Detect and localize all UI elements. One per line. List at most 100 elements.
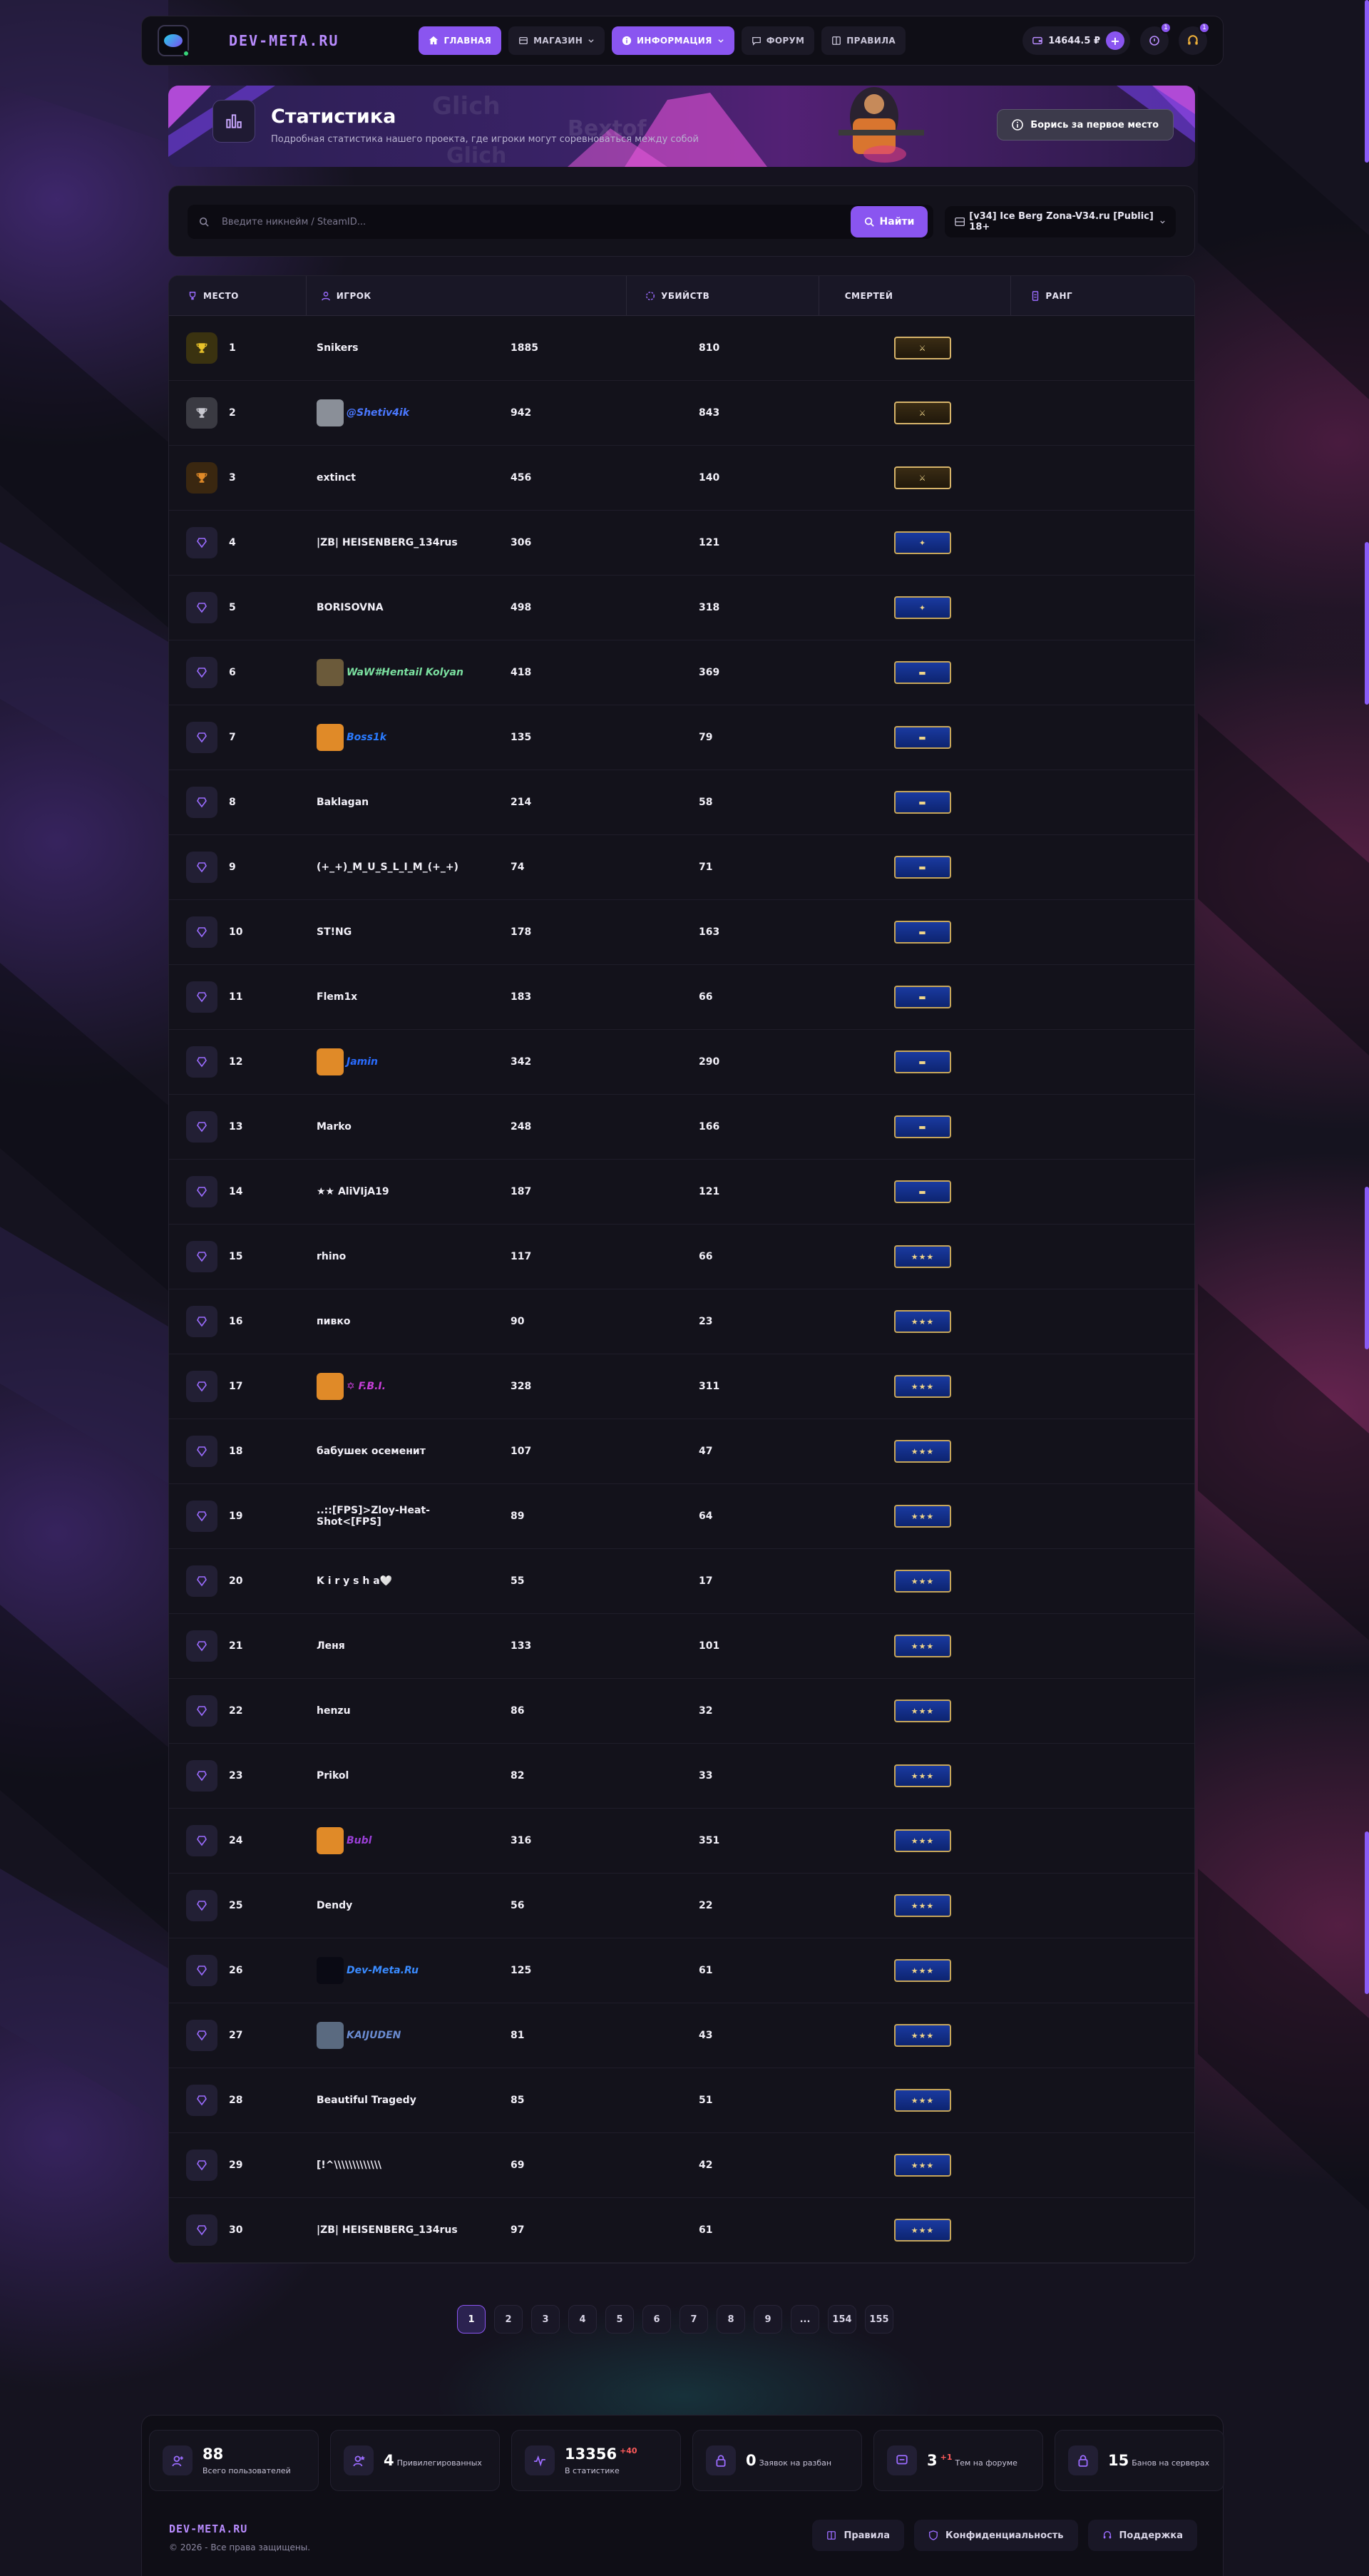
player-cell[interactable]: rhino bbox=[171, 1225, 492, 1289]
player-name[interactable]: [!^\\\\\\\\\\\\\ bbox=[317, 2160, 381, 2171]
player-cell[interactable]: @Shetiv4ik bbox=[171, 381, 492, 445]
player-name[interactable]: henzu bbox=[317, 1705, 351, 1717]
table-row[interactable]: 18 бабушек осеменит 107 47 ★★★ bbox=[169, 1419, 1194, 1484]
search-input[interactable]: Введите никнейм / SteamID... bbox=[188, 205, 933, 239]
player-name[interactable]: Bubl bbox=[347, 1835, 371, 1846]
player-name[interactable]: ✡ F.B.I. bbox=[347, 1381, 386, 1392]
table-row[interactable]: 27 KAIJUDEN 81 43 ★★★ bbox=[169, 2003, 1194, 2068]
table-row[interactable]: 11 Flem1x 183 66 ▬ bbox=[169, 965, 1194, 1030]
player-name[interactable]: KAIJUDEN bbox=[347, 2030, 401, 2041]
nav-shop[interactable]: МАГАЗИН bbox=[508, 26, 605, 55]
player-cell[interactable]: extinct bbox=[171, 446, 492, 510]
player-name[interactable]: |ZB| HEISENBERG_134rus bbox=[317, 2224, 458, 2236]
player-avatar[interactable] bbox=[317, 1827, 344, 1854]
player-cell[interactable]: Dendy bbox=[171, 1874, 492, 1938]
table-row[interactable]: 25 Dendy 56 22 ★★★ bbox=[169, 1874, 1194, 1938]
table-row[interactable]: 17 ✡ F.B.I. 328 311 ★★★ bbox=[169, 1354, 1194, 1419]
player-avatar[interactable] bbox=[317, 399, 344, 426]
player-cell[interactable]: Jamin bbox=[171, 1030, 492, 1094]
nav-home[interactable]: ГЛАВНАЯ bbox=[419, 26, 502, 55]
player-name[interactable]: Dev-Meta.Ru bbox=[347, 1965, 419, 1976]
player-cell[interactable]: пивко bbox=[171, 1289, 492, 1354]
site-logo[interactable] bbox=[158, 25, 190, 57]
table-row[interactable]: 21 Леня 133 101 ★★★ bbox=[169, 1614, 1194, 1679]
table-row[interactable]: 4 |ZB| HEISENBERG_134rus 306 121 ✦ bbox=[169, 511, 1194, 576]
nav-forum[interactable]: ФОРУМ bbox=[741, 26, 815, 55]
table-row[interactable]: 13 Marko 248 166 ▬ bbox=[169, 1095, 1194, 1160]
col-player[interactable]: ИГРОК bbox=[307, 276, 627, 315]
nav-info[interactable]: ИНФОРМАЦИЯ bbox=[612, 26, 734, 55]
player-cell[interactable]: |ZB| HEISENBERG_134rus bbox=[171, 511, 492, 575]
player-name[interactable]: (+_+)_M_U_S_L_I_M_(+_+) bbox=[317, 862, 458, 873]
player-name[interactable]: @Shetiv4ik bbox=[347, 407, 409, 419]
player-name[interactable]: Леня bbox=[317, 1640, 345, 1652]
player-avatar[interactable] bbox=[317, 1957, 344, 1984]
player-cell[interactable]: Flem1x bbox=[171, 965, 492, 1029]
pagination-page[interactable]: 6 bbox=[642, 2305, 671, 2334]
player-cell[interactable]: ★★ AliVIjA19 bbox=[171, 1160, 492, 1224]
pagination-page[interactable]: 155 bbox=[865, 2305, 893, 2334]
pagination-page[interactable]: 8 bbox=[717, 2305, 745, 2334]
table-row[interactable]: 6 WaW#Hentail Kolyan 418 369 ▬ bbox=[169, 640, 1194, 705]
player-cell[interactable]: BORISOVNA bbox=[171, 576, 492, 640]
player-name[interactable]: Marko bbox=[317, 1121, 352, 1133]
player-cell[interactable]: Boss1k bbox=[171, 705, 492, 770]
table-row[interactable]: 7 Boss1k 135 79 ▬ bbox=[169, 705, 1194, 770]
table-row[interactable]: 8 Baklagan 214 58 ▬ bbox=[169, 770, 1194, 835]
player-avatar[interactable] bbox=[317, 1373, 344, 1400]
table-row[interactable]: 20 K i r y s h a🤍 55 17 ★★★ bbox=[169, 1549, 1194, 1614]
player-cell[interactable]: ST!NG bbox=[171, 900, 492, 964]
pagination-page[interactable]: 4 bbox=[568, 2305, 597, 2334]
table-row[interactable]: 16 пивко 90 23 ★★★ bbox=[169, 1289, 1194, 1354]
player-name[interactable]: Dendy bbox=[317, 1900, 352, 1911]
footer-brand[interactable]: DEV-META.RU bbox=[169, 2523, 247, 2535]
table-row[interactable]: 5 BORISOVNA 498 318 ✦ bbox=[169, 576, 1194, 640]
player-cell[interactable]: бабушек осеменит bbox=[171, 1419, 492, 1483]
player-name[interactable]: ★★ AliVIjA19 bbox=[317, 1186, 389, 1197]
balance-pill[interactable]: 14644.5 ₽ + bbox=[1022, 26, 1130, 55]
player-cell[interactable]: Beautiful Tragedy bbox=[171, 2068, 492, 2132]
player-avatar[interactable] bbox=[317, 724, 344, 751]
player-name[interactable]: Jamin bbox=[347, 1056, 378, 1068]
player-cell[interactable]: Леня bbox=[171, 1614, 492, 1678]
player-cell[interactable]: Dev-Meta.Ru bbox=[171, 1938, 492, 2003]
player-name[interactable]: ..::[FPS]>Zloy-Heat-Shot<[FPS] bbox=[317, 1505, 492, 1528]
server-select[interactable]: [v34] Ice Berg Zona-V34.ru [Public] 18+ bbox=[945, 206, 1176, 237]
col-kills[interactable]: УБИЙСТВ bbox=[627, 276, 819, 315]
player-avatar[interactable] bbox=[317, 2022, 344, 2049]
player-cell[interactable]: (+_+)_M_U_S_L_I_M_(+_+) bbox=[171, 835, 492, 899]
pagination-page[interactable]: 9 bbox=[754, 2305, 782, 2334]
add-funds-button[interactable]: + bbox=[1106, 31, 1124, 50]
footer-link-rules[interactable]: Правила bbox=[812, 2520, 905, 2551]
col-place[interactable]: МЕСТО bbox=[169, 276, 307, 315]
player-cell[interactable]: ..::[FPS]>Zloy-Heat-Shot<[FPS] bbox=[171, 1484, 492, 1548]
player-name[interactable]: K i r y s h a🤍 bbox=[317, 1575, 392, 1587]
brand-name[interactable]: DEV-META.RU bbox=[229, 32, 339, 49]
table-row[interactable]: 3 extinct 456 140 ⚔ bbox=[169, 446, 1194, 511]
support-button[interactable]: 1 bbox=[1179, 22, 1210, 55]
table-row[interactable]: 1 Snikers 1885 810 ⚔ bbox=[169, 316, 1194, 381]
player-avatar[interactable] bbox=[317, 1048, 344, 1075]
player-cell[interactable]: henzu bbox=[171, 1679, 492, 1743]
player-cell[interactable]: K i r y s h a🤍 bbox=[171, 1549, 492, 1613]
search-button[interactable]: Найти bbox=[851, 206, 928, 237]
footer-link-privacy[interactable]: Конфиденциальность bbox=[914, 2520, 1078, 2551]
player-cell[interactable]: Baklagan bbox=[171, 770, 492, 834]
player-cell[interactable]: ✡ F.B.I. bbox=[171, 1354, 492, 1419]
table-row[interactable]: 9 (+_+)_M_U_S_L_I_M_(+_+) 74 71 ▬ bbox=[169, 835, 1194, 900]
player-name[interactable]: бабушек осеменит bbox=[317, 1446, 426, 1457]
player-name[interactable]: WaW#Hentail Kolyan bbox=[347, 667, 463, 678]
table-row[interactable]: 24 Bubl 316 351 ★★★ bbox=[169, 1809, 1194, 1874]
table-row[interactable]: 28 Beautiful Tragedy 85 51 ★★★ bbox=[169, 2068, 1194, 2133]
player-cell[interactable]: Bubl bbox=[171, 1809, 492, 1873]
table-row[interactable]: 26 Dev-Meta.Ru 125 61 ★★★ bbox=[169, 1938, 1194, 2003]
player-cell[interactable]: |ZB| HEISENBERG_134rus bbox=[171, 2198, 492, 2262]
table-row[interactable]: 30 |ZB| HEISENBERG_134rus 97 61 ★★★ bbox=[169, 2198, 1194, 2263]
player-cell[interactable]: [!^\\\\\\\\\\\\\ bbox=[171, 2133, 492, 2197]
pagination-page[interactable]: 154 bbox=[828, 2305, 856, 2334]
col-rank[interactable]: РАНГ bbox=[1011, 276, 1194, 315]
table-row[interactable]: 15 rhino 117 66 ★★★ bbox=[169, 1225, 1194, 1289]
table-row[interactable]: 14 ★★ AliVIjA19 187 121 ▬ bbox=[169, 1160, 1194, 1225]
table-row[interactable]: 10 ST!NG 178 163 ▬ bbox=[169, 900, 1194, 965]
player-cell[interactable]: Prikol bbox=[171, 1744, 492, 1808]
